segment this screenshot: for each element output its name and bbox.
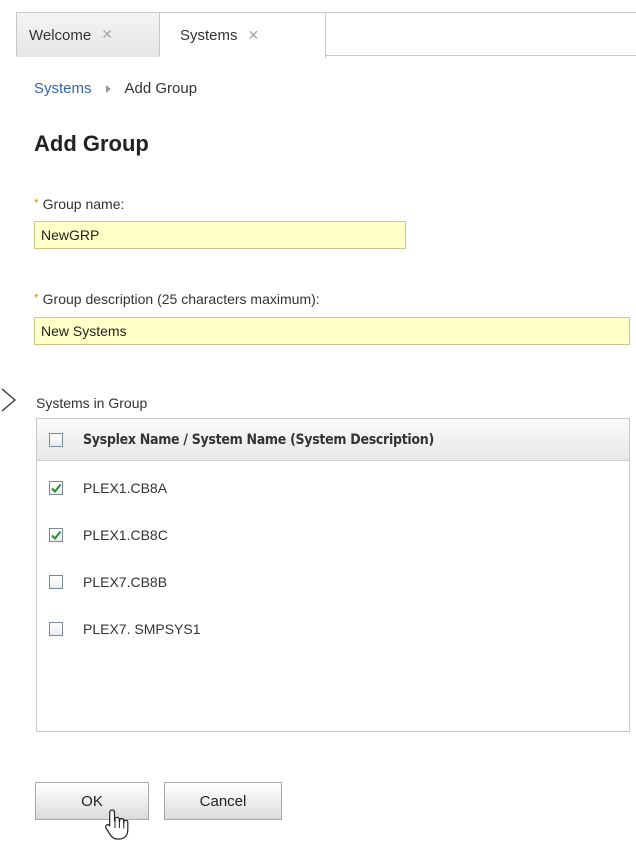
tab-systems[interactable]: Systems ✕ xyxy=(160,13,326,58)
system-checkbox[interactable] xyxy=(49,527,63,542)
system-name: PLEX1.CB8A xyxy=(83,479,168,496)
system-name: PLEX7.CB8B xyxy=(83,573,168,590)
system-name: PLEX1.CB8C xyxy=(83,526,168,543)
group-description-label-text: Group description (25 characters maximum… xyxy=(42,291,320,307)
required-marker: * xyxy=(34,196,39,210)
table-row[interactable]: PLEX7. SMPSYS1 xyxy=(37,605,629,652)
table-row[interactable]: PLEX1.CB8A xyxy=(37,464,629,511)
systems-list: PLEX1.CB8A PLEX1.CB8C PLEX7.CB8B PLEX7. SMP… xyxy=(37,464,629,652)
checkmark-icon xyxy=(51,483,62,493)
table-header: Sysplex Name / System Name (System Descr… xyxy=(37,419,629,461)
tab-systems-label: Systems xyxy=(180,27,238,44)
arrow-pointer-icon xyxy=(1,388,17,412)
systems-in-group-label: Systems in Group xyxy=(36,395,148,411)
breadcrumb: Systems Add Group xyxy=(34,80,197,97)
system-name: PLEX7. SMPSYS1 xyxy=(83,620,201,637)
tab-bar: Welcome ✕ Systems ✕ xyxy=(16,12,636,58)
tab-welcome-label: Welcome xyxy=(29,26,92,44)
cancel-button[interactable]: Cancel xyxy=(164,782,282,820)
tab-welcome[interactable]: Welcome ✕ xyxy=(16,13,160,57)
page-title: Add Group xyxy=(34,131,149,156)
close-icon[interactable]: ✕ xyxy=(101,27,113,43)
group-name-label-text: Group name: xyxy=(42,196,125,212)
breadcrumb-systems-link[interactable]: Systems xyxy=(34,80,92,97)
table-row[interactable]: PLEX7.CB8B xyxy=(37,558,629,605)
system-checkbox[interactable] xyxy=(49,574,63,589)
chevron-right-icon xyxy=(105,84,111,93)
checkmark-icon xyxy=(51,530,62,540)
required-marker: * xyxy=(34,291,39,305)
ok-button[interactable]: OK xyxy=(35,782,149,820)
system-checkbox[interactable] xyxy=(49,621,63,636)
breadcrumb-current: Add Group xyxy=(124,80,198,97)
select-all-checkbox[interactable] xyxy=(49,432,63,447)
table-row[interactable]: PLEX1.CB8C xyxy=(37,511,629,558)
column-header-system-name: Sysplex Name / System Name (System Descr… xyxy=(83,431,434,448)
close-icon[interactable]: ✕ xyxy=(248,28,260,44)
system-checkbox[interactable] xyxy=(49,480,63,495)
group-description-input[interactable] xyxy=(34,317,630,345)
systems-table: Sysplex Name / System Name (System Descr… xyxy=(36,418,630,732)
group-description-label: * Group description (25 characters maximu… xyxy=(34,291,320,307)
group-name-label: * Group name: xyxy=(34,196,124,212)
group-name-input[interactable] xyxy=(34,221,406,249)
